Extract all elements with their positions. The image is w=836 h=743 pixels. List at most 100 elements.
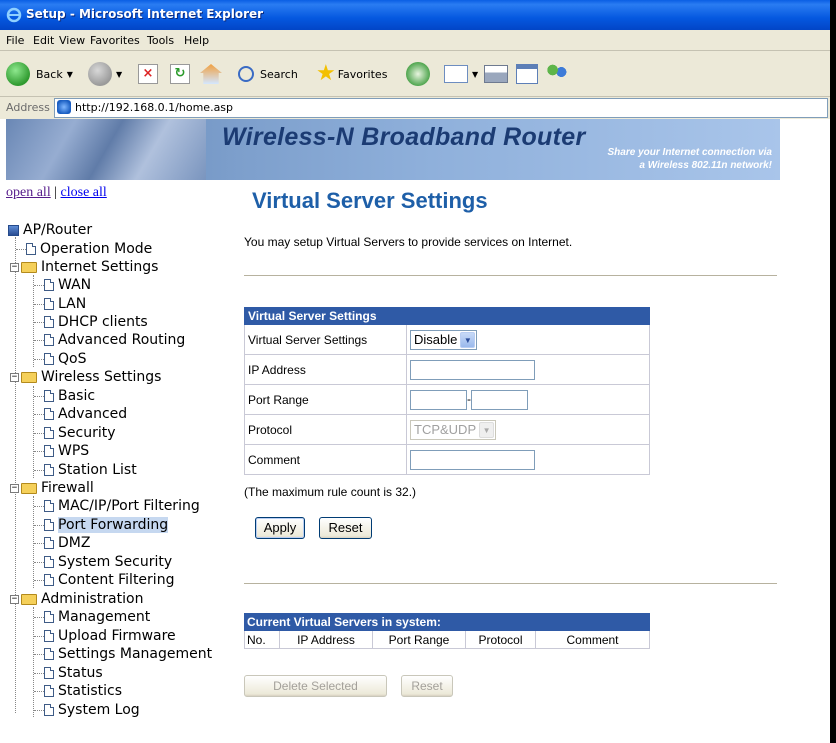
home-icon bbox=[200, 64, 222, 84]
tree-firewall[interactable]: − Firewall bbox=[10, 479, 94, 497]
tree-item-mac-ip-port-filtering[interactable]: MAC/IP/Port Filtering bbox=[34, 497, 200, 515]
chevron-down-icon: ▼ bbox=[66, 69, 73, 79]
tree-item-management[interactable]: Management bbox=[34, 608, 150, 626]
tree-item-wan[interactable]: WAN bbox=[34, 276, 91, 294]
tree-item-advanced[interactable]: Advanced bbox=[34, 405, 127, 423]
page-icon bbox=[44, 685, 54, 697]
page-icon bbox=[44, 648, 54, 660]
col-comment: Comment bbox=[535, 630, 650, 649]
search-button[interactable]: Search bbox=[238, 59, 298, 89]
page-intro: You may setup Virtual Servers to provide… bbox=[244, 235, 573, 249]
page-title: Virtual Server Settings bbox=[252, 188, 488, 213]
ip-address-input[interactable] bbox=[410, 359, 535, 380]
port-range-end-input[interactable] bbox=[471, 389, 528, 410]
page-icon bbox=[26, 243, 36, 255]
tree-item-settings-management[interactable]: Settings Management bbox=[34, 645, 212, 663]
back-button[interactable]: Back ▼ bbox=[6, 59, 73, 89]
folder-open-icon bbox=[21, 261, 37, 273]
current-virtual-servers-table: Current Virtual Servers in system: No. I… bbox=[244, 613, 650, 649]
address-url: http://192.168.0.1/home.asp bbox=[75, 101, 234, 114]
col-no: No. bbox=[244, 630, 280, 649]
comment-input[interactable] bbox=[410, 449, 535, 470]
tree-item-basic[interactable]: Basic bbox=[34, 387, 95, 405]
folder-open-icon bbox=[21, 371, 37, 383]
col-ip-address: IP Address bbox=[279, 630, 373, 649]
tree-item-advanced-routing[interactable]: Advanced Routing bbox=[34, 331, 185, 349]
page-icon bbox=[44, 408, 54, 420]
chevron-down-icon: ▼ bbox=[460, 331, 476, 348]
chevron-down-icon: ▼ bbox=[116, 69, 123, 79]
tree-item-system-security[interactable]: System Security bbox=[34, 553, 172, 571]
history-button[interactable] bbox=[406, 59, 430, 89]
comment-label: Comment bbox=[244, 444, 407, 475]
ie-logo-icon bbox=[6, 7, 22, 23]
max-rule-note: (The maximum rule count is 32.) bbox=[244, 485, 417, 499]
tree-item-status[interactable]: Status bbox=[34, 664, 103, 682]
tree-item-system-log[interactable]: System Log bbox=[34, 701, 140, 719]
tree-item-port-forwarding[interactable]: Port Forwarding bbox=[34, 516, 169, 534]
tree-item-content-filtering[interactable]: Content Filtering bbox=[34, 571, 174, 589]
refresh-icon: ↻ bbox=[170, 64, 190, 84]
tree-administration[interactable]: − Administration bbox=[10, 590, 143, 608]
tree-item-upload-firmware[interactable]: Upload Firmware bbox=[34, 627, 176, 645]
tree-internet-settings[interactable]: − Internet Settings bbox=[10, 258, 158, 276]
divider bbox=[244, 583, 777, 585]
menu-favorites[interactable]: Favorites bbox=[90, 34, 140, 47]
tree-item-wps[interactable]: WPS bbox=[34, 442, 89, 460]
page-icon bbox=[44, 519, 54, 531]
address-input[interactable]: http://192.168.0.1/home.asp bbox=[54, 98, 828, 118]
page-icon bbox=[44, 427, 54, 439]
collapse-icon: − bbox=[10, 482, 19, 493]
current-reset-button[interactable]: Reset bbox=[401, 675, 453, 697]
delete-selected-button[interactable]: Delete Selected bbox=[244, 675, 387, 697]
chevron-down-icon: ▼ bbox=[479, 421, 495, 438]
tree-operation-mode[interactable]: Operation Mode bbox=[16, 240, 152, 258]
back-arrow-icon bbox=[6, 62, 30, 86]
mail-icon bbox=[444, 65, 468, 83]
folder-open-icon bbox=[21, 482, 37, 494]
browser-window: Setup - Microsoft Internet Explorer File… bbox=[0, 0, 830, 743]
menu-file[interactable]: File bbox=[6, 34, 24, 47]
tree-item-dhcp-clients[interactable]: DHCP clients bbox=[34, 313, 148, 331]
menu-view[interactable]: View bbox=[59, 34, 85, 47]
tree-item-station-list[interactable]: Station List bbox=[34, 461, 137, 479]
tree-item-statistics[interactable]: Statistics bbox=[34, 682, 122, 700]
tree-root[interactable]: AP/Router bbox=[8, 221, 92, 239]
edit-button[interactable] bbox=[516, 59, 538, 89]
tree-item-qos[interactable]: QoS bbox=[34, 350, 86, 368]
tree-wireless-settings[interactable]: − Wireless Settings bbox=[10, 368, 161, 386]
reset-button[interactable]: Reset bbox=[319, 517, 372, 539]
virtual-server-enable-select[interactable]: Disable ▼ bbox=[410, 329, 478, 350]
chevron-down-icon: ▼ bbox=[472, 69, 479, 79]
stop-button[interactable]: × bbox=[138, 59, 158, 89]
collapse-icon: − bbox=[10, 261, 19, 272]
forward-button[interactable]: ▼ bbox=[88, 59, 122, 89]
current-table-header: Current Virtual Servers in system: bbox=[244, 613, 650, 631]
enable-label: Virtual Server Settings bbox=[244, 324, 407, 355]
messenger-icon bbox=[546, 64, 568, 84]
print-button[interactable] bbox=[484, 59, 508, 89]
tree-item-lan[interactable]: LAN bbox=[34, 295, 86, 313]
tree-item-dmz[interactable]: DMZ bbox=[34, 534, 90, 552]
menu-edit[interactable]: Edit bbox=[33, 34, 54, 47]
menu-tools[interactable]: Tools bbox=[147, 34, 174, 47]
favorites-button[interactable]: ★ Favorites bbox=[316, 59, 387, 89]
toolbar: Back ▼ ▼ × ↻ Search ★ Favorites ▼ bbox=[0, 51, 830, 97]
window-title: Setup - Microsoft Internet Explorer bbox=[26, 7, 264, 21]
port-range-start-input[interactable] bbox=[410, 389, 467, 410]
tree-item-security[interactable]: Security bbox=[34, 424, 116, 442]
stop-icon: × bbox=[138, 64, 158, 84]
home-button[interactable] bbox=[200, 59, 222, 89]
page-icon bbox=[44, 500, 54, 512]
mail-button[interactable]: ▼ bbox=[444, 59, 478, 89]
folder-open-icon bbox=[21, 593, 37, 605]
apply-button[interactable]: Apply bbox=[255, 517, 305, 539]
protocol-label: Protocol bbox=[244, 414, 407, 445]
menu-help[interactable]: Help bbox=[184, 34, 209, 47]
page-icon bbox=[44, 390, 54, 402]
page-content: Wireless-N Broadband Router Share your I… bbox=[0, 119, 830, 743]
refresh-button[interactable]: ↻ bbox=[170, 59, 190, 89]
computer-icon bbox=[8, 224, 19, 236]
messenger-button[interactable] bbox=[546, 59, 568, 89]
protocol-select[interactable]: TCP&UDP ▼ bbox=[410, 419, 497, 440]
